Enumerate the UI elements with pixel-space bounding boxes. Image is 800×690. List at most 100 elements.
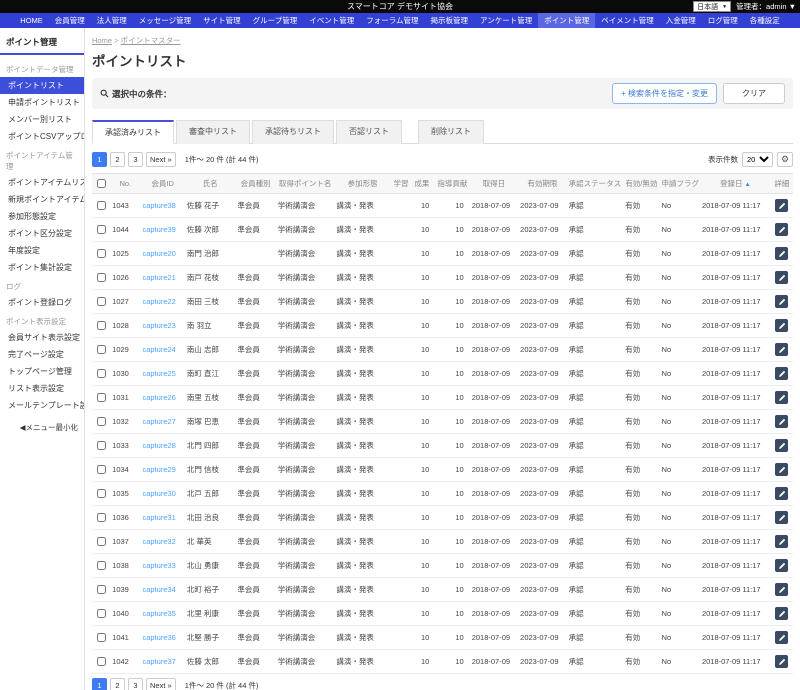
tab-承認済みリスト[interactable]: 承認済みリスト — [92, 120, 174, 144]
member-id-link[interactable]: capture25 — [142, 369, 175, 378]
member-id-link[interactable]: capture32 — [142, 537, 175, 546]
member-id-link[interactable]: capture27 — [142, 417, 175, 426]
page-button-1[interactable]: 1 — [92, 152, 107, 167]
sidebar-item[interactable]: メンバー別リスト — [0, 111, 84, 128]
row-checkbox[interactable] — [97, 585, 106, 594]
edit-icon[interactable] — [775, 271, 788, 284]
breadcrumb-current-link[interactable]: ポイントマスター — [121, 36, 181, 45]
tab-否認リスト[interactable]: 否認リスト — [336, 120, 402, 144]
row-checkbox[interactable] — [97, 225, 106, 234]
member-id-link[interactable]: capture36 — [142, 633, 175, 642]
nav-item-イベント管理[interactable]: イベント管理 — [303, 13, 360, 28]
sidebar-item[interactable]: リスト表示設定 — [0, 380, 84, 397]
edit-icon[interactable] — [775, 511, 788, 524]
edit-icon[interactable] — [775, 631, 788, 644]
edit-icon[interactable] — [775, 343, 788, 356]
member-id-link[interactable]: capture37 — [142, 657, 175, 666]
edit-icon[interactable] — [775, 295, 788, 308]
row-checkbox[interactable] — [97, 441, 106, 450]
row-checkbox[interactable] — [97, 297, 106, 306]
nav-item-入金管理[interactable]: 入金管理 — [660, 13, 702, 28]
edit-icon[interactable] — [775, 367, 788, 380]
row-checkbox[interactable] — [97, 465, 106, 474]
next-page-button[interactable]: Next » — [146, 678, 176, 690]
page-button-2[interactable]: 2 — [110, 678, 125, 690]
nav-item-ペイメント管理[interactable]: ペイメント管理 — [595, 13, 660, 28]
nav-item-各種設定[interactable]: 各種設定 — [744, 13, 786, 28]
sidebar-item[interactable]: ポイントCSVアップロード — [0, 128, 84, 145]
select-all-checkbox[interactable] — [97, 179, 106, 188]
row-checkbox[interactable] — [97, 489, 106, 498]
member-id-link[interactable]: capture24 — [142, 345, 175, 354]
row-checkbox[interactable] — [97, 657, 106, 666]
filter-clear-button[interactable]: クリア — [723, 83, 785, 104]
page-button-3[interactable]: 3 — [128, 678, 143, 690]
nav-item-法人管理[interactable]: 法人管理 — [91, 13, 133, 28]
gear-icon[interactable]: ⚙︎ — [777, 152, 793, 167]
nav-item-アンケート管理[interactable]: アンケート管理 — [474, 13, 538, 28]
row-checkbox[interactable] — [97, 609, 106, 618]
nav-item-掲示板管理[interactable]: 掲示板管理 — [425, 13, 475, 28]
sidebar-item[interactable]: 会員サイト表示設定 — [0, 329, 84, 346]
edit-icon[interactable] — [775, 391, 788, 404]
display-count-select[interactable]: 20 — [742, 152, 773, 167]
row-checkbox[interactable] — [97, 345, 106, 354]
edit-icon[interactable] — [775, 319, 788, 332]
edit-icon[interactable] — [775, 223, 788, 236]
search-condition-button[interactable]: + 検索条件を指定・変更 — [612, 83, 717, 104]
member-id-link[interactable]: capture22 — [142, 297, 175, 306]
row-checkbox[interactable] — [97, 417, 106, 426]
nav-item-フォーラム管理[interactable]: フォーラム管理 — [360, 13, 424, 28]
edit-icon[interactable] — [775, 607, 788, 620]
member-id-link[interactable]: capture20 — [142, 249, 175, 258]
row-checkbox[interactable] — [97, 321, 106, 330]
sidebar-item[interactable]: ポイント区分設定 — [0, 225, 84, 242]
nav-item-グループ管理[interactable]: グループ管理 — [247, 13, 304, 28]
nav-item-会員管理[interactable]: 会員管理 — [49, 13, 91, 28]
member-id-link[interactable]: capture26 — [142, 393, 175, 402]
next-page-button[interactable]: Next » — [146, 152, 176, 167]
sidebar-item[interactable]: トップページ管理 — [0, 363, 84, 380]
breadcrumb-home-link[interactable]: Home — [92, 36, 112, 45]
page-button-2[interactable]: 2 — [110, 152, 125, 167]
tab-審査中リスト[interactable]: 審査中リスト — [176, 120, 250, 144]
member-id-link[interactable]: capture38 — [142, 201, 175, 210]
sidebar-item[interactable]: 新規ポイントアイテム作成 — [0, 191, 84, 208]
row-checkbox[interactable] — [97, 249, 106, 258]
menu-minimize-button[interactable]: ◀メニュー最小化 — [0, 414, 84, 441]
edit-icon[interactable] — [775, 559, 788, 572]
edit-icon[interactable] — [775, 535, 788, 548]
member-id-link[interactable]: capture28 — [142, 441, 175, 450]
sidebar-item[interactable]: ポイント集計設定 — [0, 259, 84, 276]
edit-icon[interactable] — [775, 199, 788, 212]
nav-item-ログ管理[interactable]: ログ管理 — [702, 13, 744, 28]
member-id-link[interactable]: capture39 — [142, 225, 175, 234]
member-id-link[interactable]: capture30 — [142, 489, 175, 498]
edit-icon[interactable] — [775, 463, 788, 476]
language-select[interactable]: 日本語 ▼ — [693, 1, 731, 12]
row-checkbox[interactable] — [97, 273, 106, 282]
nav-item-メッセージ管理[interactable]: メッセージ管理 — [133, 13, 197, 28]
sidebar-item[interactable]: ポイントアイテムリスト — [0, 174, 84, 191]
member-id-link[interactable]: capture21 — [142, 273, 175, 282]
edit-icon[interactable] — [775, 655, 788, 668]
page-button-1[interactable]: 1 — [92, 678, 107, 690]
sidebar-item[interactable]: 年度設定 — [0, 242, 84, 259]
sidebar-item[interactable]: メールテンプレート設定 — [0, 397, 84, 414]
edit-icon[interactable] — [775, 415, 788, 428]
member-id-link[interactable]: capture23 — [142, 321, 175, 330]
edit-icon[interactable] — [775, 583, 788, 596]
sidebar-item[interactable]: 参加形態設定 — [0, 208, 84, 225]
nav-item-サイト管理[interactable]: サイト管理 — [197, 13, 247, 28]
edit-icon[interactable] — [775, 247, 788, 260]
tab-承認待ちリスト[interactable]: 承認待ちリスト — [252, 120, 334, 144]
row-checkbox[interactable] — [97, 561, 106, 570]
member-id-link[interactable]: capture31 — [142, 513, 175, 522]
sidebar-item[interactable]: 申請ポイントリスト — [0, 94, 84, 111]
admin-menu[interactable]: 管理者：admin ▼ — [736, 1, 796, 12]
member-id-link[interactable]: capture29 — [142, 465, 175, 474]
nav-item-HOME[interactable]: HOME — [14, 13, 49, 28]
row-checkbox[interactable] — [97, 513, 106, 522]
tab-削除リスト[interactable]: 削除リスト — [418, 120, 484, 144]
row-checkbox[interactable] — [97, 369, 106, 378]
